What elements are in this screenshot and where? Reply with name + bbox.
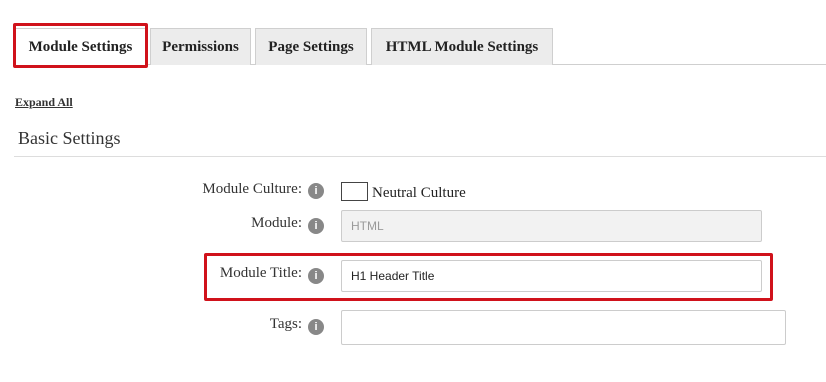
- tab-permissions[interactable]: Permissions: [150, 28, 251, 65]
- section-divider: [14, 156, 826, 157]
- module-title-label: Module Title:: [219, 265, 302, 281]
- info-icon[interactable]: i: [308, 268, 324, 284]
- tags-label: Tags:: [269, 316, 302, 332]
- neutral-culture-label: Neutral Culture: [372, 185, 466, 201]
- section-title: Basic Settings: [18, 128, 121, 148]
- module-title-input[interactable]: H1 Header Title: [341, 260, 762, 292]
- tab-page-settings[interactable]: Page Settings: [255, 28, 367, 65]
- info-icon[interactable]: i: [308, 319, 324, 335]
- tab-module-settings[interactable]: Module Settings: [15, 28, 146, 66]
- expand-all-link[interactable]: Expand All: [15, 95, 73, 110]
- info-icon[interactable]: i: [308, 218, 324, 234]
- info-icon[interactable]: i: [308, 183, 324, 199]
- module-field: HTML: [341, 210, 762, 242]
- tags-input[interactable]: [341, 310, 786, 345]
- tab-html-module-settings[interactable]: HTML Module Settings: [371, 28, 553, 65]
- module-label: Module:: [251, 215, 302, 231]
- module-culture-label: Module Culture:: [202, 181, 302, 197]
- neutral-culture-checkbox[interactable]: [341, 182, 368, 201]
